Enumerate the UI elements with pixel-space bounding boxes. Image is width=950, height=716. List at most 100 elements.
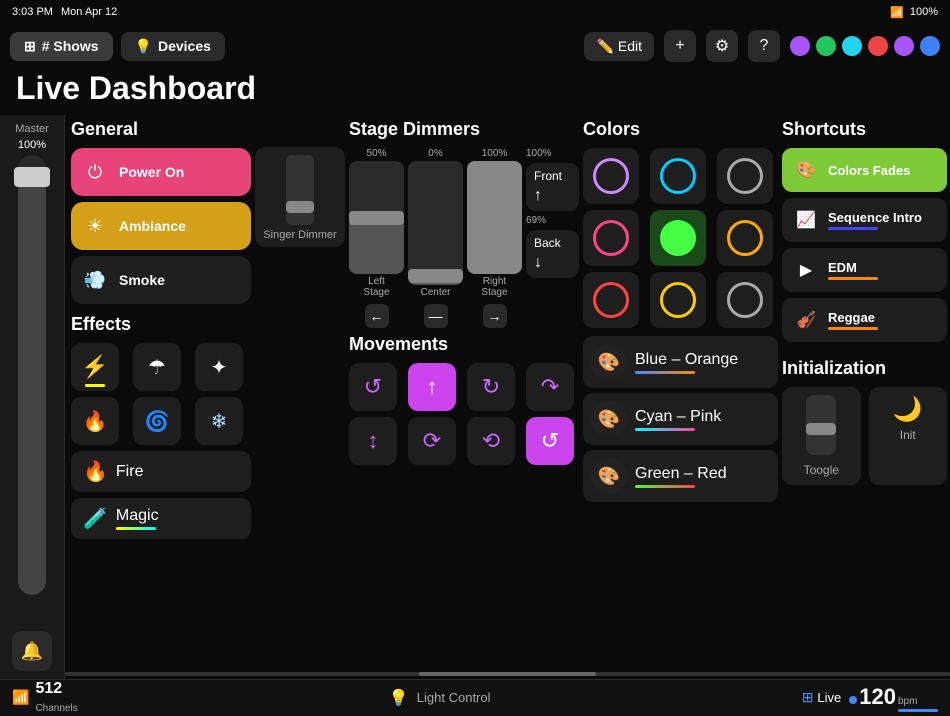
- cyan-pink-button[interactable]: 🎨 Cyan – Pink: [583, 393, 778, 445]
- color-dot-red[interactable]: [868, 36, 888, 56]
- status-left: 3:03 PM Mon Apr 12: [12, 6, 117, 18]
- nav-right: ✏️ Edit + ⚙ ?: [584, 30, 940, 62]
- movement-btn-2[interactable]: ↻: [467, 363, 515, 411]
- color-circle-2: [727, 158, 763, 194]
- power-label: Power On: [119, 164, 184, 180]
- color-cell-6[interactable]: [583, 272, 639, 328]
- effect-umbrella[interactable]: ☂: [133, 343, 181, 391]
- movement-btn-3[interactable]: ↷: [526, 363, 574, 411]
- notification-bell-icon[interactable]: 🔔: [12, 631, 52, 671]
- color-cell-1[interactable]: [650, 148, 706, 204]
- scrollbar[interactable]: [65, 672, 950, 676]
- color-cell-2[interactable]: [717, 148, 773, 204]
- movement-btn-1[interactable]: ↑: [408, 363, 456, 411]
- signal-icon: 📶: [12, 689, 29, 706]
- color-dot-purple[interactable]: [790, 36, 810, 56]
- movement-btn-0[interactable]: ↺: [349, 363, 397, 411]
- edit-button[interactable]: ✏️ Edit: [584, 32, 654, 61]
- front-pct: 100%: [526, 148, 579, 159]
- fire-button[interactable]: 🔥 Fire: [71, 451, 251, 492]
- live-badge: ⊞ Live: [802, 689, 842, 706]
- fire-small-icon: 🔥: [83, 409, 108, 434]
- effect-fire[interactable]: 🔥: [71, 397, 119, 445]
- front-fader-card[interactable]: Front ↑: [526, 163, 579, 211]
- date-display: Mon Apr 12: [61, 6, 117, 18]
- color-cell-7[interactable]: [650, 272, 706, 328]
- color-cell-5[interactable]: [717, 210, 773, 266]
- movements-title: Movements: [349, 334, 579, 355]
- ambiance-button[interactable]: ☀ Ambiance: [71, 202, 251, 250]
- center-dash-btn[interactable]: —: [424, 304, 448, 328]
- effect-swirl[interactable]: 🌀: [133, 397, 181, 445]
- left-stage-back-btn[interactable]: ←: [365, 304, 389, 328]
- settings-button[interactable]: ⚙: [706, 30, 738, 62]
- color-dot-blue[interactable]: [920, 36, 940, 56]
- shows-grid-icon: ⊞: [24, 38, 36, 55]
- help-button[interactable]: ?: [748, 30, 780, 62]
- lightning-icon: ⚡: [81, 354, 108, 380]
- blue-orange-button[interactable]: 🎨 Blue – Orange: [583, 336, 778, 388]
- magic-button[interactable]: 🧪 Magic: [71, 498, 251, 539]
- light-bulb-icon: 💡: [389, 688, 409, 708]
- colors-fades-button[interactable]: 🎨 Colors Fades: [782, 148, 947, 192]
- snow-icon: ❄: [211, 409, 228, 434]
- shows-tab[interactable]: ⊞ # Shows: [10, 32, 113, 61]
- magic-label: Magic: [116, 507, 159, 524]
- colors-title: Colors: [583, 119, 778, 140]
- color-cell-4[interactable]: [650, 210, 706, 266]
- power-icon: ⏻: [79, 156, 111, 188]
- fire-label: Fire: [116, 463, 144, 481]
- color-cell-8[interactable]: [717, 272, 773, 328]
- center-fader[interactable]: 0% Center —: [408, 148, 463, 328]
- wifi-icon: 📶: [890, 6, 904, 19]
- center-label: Center: [420, 287, 450, 298]
- back-fader-card[interactable]: Back ↓: [526, 230, 579, 278]
- center-pct: 0%: [428, 148, 442, 159]
- status-right: 📶 100%: [890, 6, 938, 19]
- effect-sparkle[interactable]: ✦: [195, 343, 243, 391]
- bpm-number: 120: [859, 684, 896, 710]
- master-fader-track[interactable]: [18, 155, 46, 595]
- right-stage-fwd-btn[interactable]: →: [483, 304, 507, 328]
- sequence-intro-button[interactable]: 📈 Sequence Intro: [782, 198, 947, 242]
- power-on-button[interactable]: ⏻ Power On: [71, 148, 251, 196]
- movements-grid: ↺ ↑ ↻ ↷ ↕ ⟳ ⟲ ↺: [349, 363, 579, 465]
- movement-btn-7[interactable]: ↺: [526, 417, 574, 465]
- effect-lightning[interactable]: ⚡: [71, 343, 119, 391]
- movement-btn-6[interactable]: ⟲: [467, 417, 515, 465]
- light-control-display: 💡 Light Control: [90, 688, 790, 708]
- toogle-label: Toogle: [804, 463, 839, 477]
- color-dot-purple2[interactable]: [894, 36, 914, 56]
- color-dot-cyan[interactable]: [842, 36, 862, 56]
- shortcuts-list: 🎨 Colors Fades 📈 Sequence Intro ▶: [782, 148, 947, 342]
- right-stage-fader[interactable]: 100% RightStage →: [467, 148, 522, 328]
- color-dot-green[interactable]: [816, 36, 836, 56]
- lightning-indicator: [85, 384, 105, 387]
- smoke-icon: 💨: [79, 264, 111, 296]
- master-fader-thumb[interactable]: [14, 167, 50, 187]
- color-circle-1: [660, 158, 696, 194]
- effect-snow[interactable]: ❄: [195, 397, 243, 445]
- color-circle-0: [593, 158, 629, 194]
- movement-btn-5[interactable]: ⟳: [408, 417, 456, 465]
- devices-tab[interactable]: 💡 Devices: [121, 32, 225, 61]
- smoke-button[interactable]: 💨 Smoke: [71, 256, 251, 304]
- ambiance-label: Ambiance: [119, 218, 186, 234]
- reggae-button[interactable]: 🎻 Reggae: [782, 298, 947, 342]
- singer-dimmer-card[interactable]: Singer Dimmer: [255, 147, 345, 247]
- color-cell-3[interactable]: [583, 210, 639, 266]
- left-stage-fader[interactable]: 50% LeftStage ←: [349, 148, 404, 328]
- color-circle-6: [593, 282, 629, 318]
- master-label: Master: [15, 123, 49, 135]
- edm-bar: [828, 277, 878, 280]
- init-card[interactable]: 🌙 Init: [869, 387, 948, 485]
- edm-button[interactable]: ▶ EDM: [782, 248, 947, 292]
- color-cell-0[interactable]: [583, 148, 639, 204]
- green-red-button[interactable]: 🎨 Green – Red: [583, 450, 778, 502]
- color-circle-4: [660, 220, 696, 256]
- toogle-card[interactable]: Toogle: [782, 387, 861, 485]
- add-button[interactable]: +: [664, 30, 696, 62]
- scroll-thumb[interactable]: [419, 672, 596, 676]
- page-title: Live Dashboard: [8, 68, 264, 111]
- movement-btn-4[interactable]: ↕: [349, 417, 397, 465]
